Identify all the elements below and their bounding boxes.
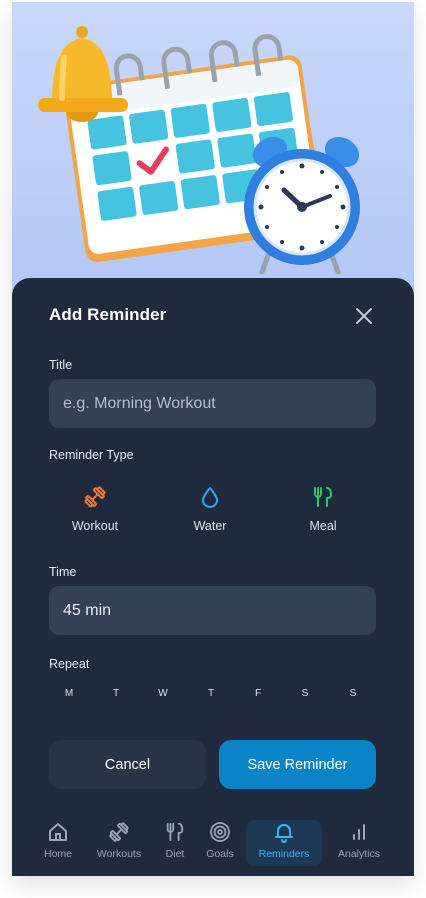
nav-label-reminders: Reminders [258,848,310,860]
time-input[interactable] [61,600,365,621]
type-label-water: Water [193,519,227,533]
type-option-meal[interactable]: Meal [273,484,373,533]
nav-label-goals: Goals [206,848,234,860]
nav-item-home[interactable]: Home [38,820,78,866]
title-input[interactable] [61,393,365,414]
bar-chart-icon [353,824,365,840]
type-option-water[interactable]: Water [160,484,260,533]
type-label-workout: Workout [71,519,119,533]
bell-icon [275,824,293,843]
nav-item-goals[interactable]: Goals [202,820,238,866]
nav-item-reminders[interactable]: Reminders [246,820,322,866]
day-tuesday[interactable]: T [106,688,126,699]
nav-item-workouts[interactable]: Workouts [92,820,146,866]
fork-knife-icon [166,822,184,842]
home-icon [49,823,67,841]
time-field-container [49,586,376,635]
close-icon [356,308,372,324]
day-thursday[interactable]: T [201,688,221,699]
cancel-button[interactable]: Cancel [49,740,206,789]
type-option-workout[interactable]: Workout [45,484,145,533]
calendar-clock-illustration [38,26,360,275]
fork-knife-icon [314,487,332,507]
day-wednesday[interactable]: W [153,688,173,699]
repeat-label: Repeat [49,657,90,671]
dumbbell-icon [109,822,129,842]
add-reminder-sheet: Add Reminder Title Reminder Type [12,278,414,876]
close-button[interactable] [352,304,376,328]
day-saturday[interactable]: S [295,688,315,699]
nav-label-home: Home [43,848,72,860]
day-monday[interactable]: M [59,688,79,699]
nav-label-workouts: Workouts [96,848,142,860]
nav-label-analytics: Analytics [337,848,380,860]
nav-item-diet[interactable]: Diet [158,820,192,866]
dumbbell-icon [84,486,106,508]
water-drop-icon [202,487,218,508]
nav-label-diet: Diet [165,848,185,860]
repeat-days: M T W T F S S [49,688,376,708]
save-reminder-button[interactable]: Save Reminder [219,740,376,789]
phone-screen: Add Reminder Title Reminder Type [12,2,414,876]
hero-illustration [12,2,414,302]
reminder-type-label: Reminder Type [49,448,134,462]
type-label-meal: Meal [309,519,337,533]
title-field-container [49,379,376,428]
sheet-title: Add Reminder [49,305,167,324]
alarm-clock-icon [244,136,360,275]
target-icon [210,822,230,842]
title-label: Title [49,358,73,372]
bottom-nav: Home Workouts Diet Goals Reminders Analy… [12,810,414,876]
time-label: Time [49,565,77,579]
nav-item-analytics[interactable]: Analytics [334,820,384,866]
day-sunday[interactable]: S [343,688,363,699]
day-friday[interactable]: F [248,688,268,699]
